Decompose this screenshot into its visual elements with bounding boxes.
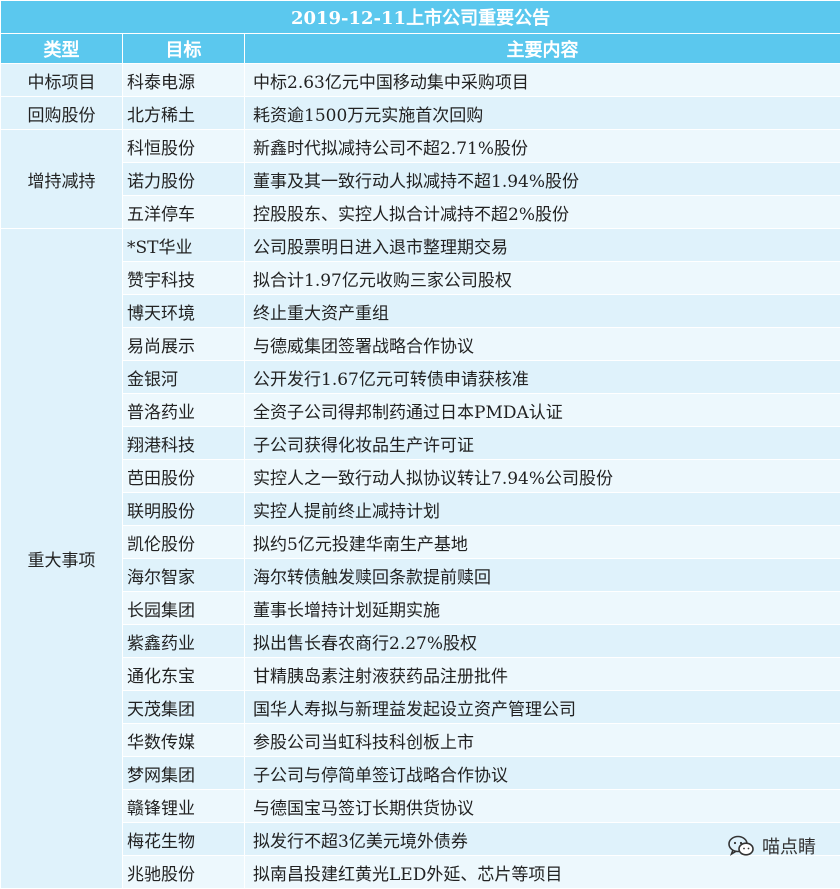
company-cell: 华数传媒 (123, 724, 245, 757)
table-row: 回购股份北方稀土耗资逾1500万元实施首次回购 (1, 97, 840, 130)
content-cell: 甘精胰岛素注射液获药品注册批件 (245, 658, 840, 691)
content-cell: 拟合计1.97亿元收购三家公司股权 (245, 262, 840, 295)
table-row: 梦网集团子公司与停简单签订战略合作协议 (1, 757, 840, 790)
company-cell: 凯伦股份 (123, 526, 245, 559)
table-row: 芭田股份实控人之一致行动人拟协议转让7.94%公司股份 (1, 460, 840, 493)
company-cell: 长园集团 (123, 592, 245, 625)
announcement-page: 2019-12-11上市公司重要公告 类型 目标 主要内容 中标项目科泰电源中标… (0, 0, 840, 885)
company-cell: 梅花生物 (123, 823, 245, 856)
content-cell: 实控人之一致行动人拟协议转让7.94%公司股份 (245, 460, 840, 493)
content-cell: 新鑫时代拟减持公司不超2.71%股份 (245, 130, 840, 163)
company-cell: 五洋停车 (123, 196, 245, 229)
content-cell: 耗资逾1500万元实施首次回购 (245, 97, 840, 130)
category-cell: 中标项目 (1, 64, 123, 97)
category-cell: 增持减持 (1, 130, 123, 229)
company-cell: 北方稀土 (123, 97, 245, 130)
table-row: 普洛药业全资子公司得邦制药通过日本PMDA认证 (1, 394, 840, 427)
company-cell: 兆驰股份 (123, 856, 245, 889)
table-row: 重大事项*ST华业公司股票明日进入退市整理期交易 (1, 229, 840, 262)
table-row: 诺力股份董事及其一致行动人拟减持不超1.94%股份 (1, 163, 840, 196)
company-cell: 天茂集团 (123, 691, 245, 724)
table-row: 五洋停车控股股东、实控人拟合计减持不超2%股份 (1, 196, 840, 229)
content-cell: 全资子公司得邦制药通过日本PMDA认证 (245, 394, 840, 427)
content-cell: 参股公司当虹科技科创板上市 (245, 724, 840, 757)
content-cell: 拟约5亿元投建华南生产基地 (245, 526, 840, 559)
company-cell: 通化东宝 (123, 658, 245, 691)
table-row: 博天环境终止重大资产重组 (1, 295, 840, 328)
table-row: 中标项目科泰电源中标2.63亿元中国移动集中采购项目 (1, 64, 840, 97)
company-cell: 普洛药业 (123, 394, 245, 427)
content-cell: 公开发行1.67亿元可转债申请获核准 (245, 361, 840, 394)
table-row: 赞宇科技拟合计1.97亿元收购三家公司股权 (1, 262, 840, 295)
table-row: 通化东宝甘精胰岛素注射液获药品注册批件 (1, 658, 840, 691)
company-cell: 赣锋锂业 (123, 790, 245, 823)
content-cell: 子公司与停简单签订战略合作协议 (245, 757, 840, 790)
company-cell: 诺力股份 (123, 163, 245, 196)
category-cell: 回购股份 (1, 97, 123, 130)
content-cell: 中标2.63亿元中国移动集中采购项目 (245, 64, 840, 97)
content-cell: 董事长增持计划延期实施 (245, 592, 840, 625)
header-target: 目标 (123, 34, 245, 64)
table-row: 长园集团董事长增持计划延期实施 (1, 592, 840, 625)
announcement-table: 2019-12-11上市公司重要公告 类型 目标 主要内容 中标项目科泰电源中标… (0, 0, 840, 889)
header-type: 类型 (1, 34, 123, 64)
content-cell: 与德国宝马签订长期供货协议 (245, 790, 840, 823)
company-cell: 易尚展示 (123, 328, 245, 361)
table-row: 增持减持科恒股份新鑫时代拟减持公司不超2.71%股份 (1, 130, 840, 163)
company-cell: 翔港科技 (123, 427, 245, 460)
content-cell: 实控人提前终止减持计划 (245, 493, 840, 526)
category-cell: 重大事项 (1, 229, 123, 889)
company-cell: 芭田股份 (123, 460, 245, 493)
table-row: 翔港科技子公司获得化妆品生产许可证 (1, 427, 840, 460)
table-row: 凯伦股份拟约5亿元投建华南生产基地 (1, 526, 840, 559)
table-row: 兆驰股份拟南昌投建红黄光LED外延、芯片等项目 (1, 856, 840, 889)
company-cell: 科泰电源 (123, 64, 245, 97)
company-cell: 科恒股份 (123, 130, 245, 163)
table-row: 赣锋锂业与德国宝马签订长期供货协议 (1, 790, 840, 823)
table-row: 金银河公开发行1.67亿元可转债申请获核准 (1, 361, 840, 394)
watermark: 喵点睛 (728, 833, 816, 859)
company-cell: 紫鑫药业 (123, 625, 245, 658)
content-cell: 董事及其一致行动人拟减持不超1.94%股份 (245, 163, 840, 196)
company-cell: 海尔智家 (123, 559, 245, 592)
content-cell: 控股股东、实控人拟合计减持不超2%股份 (245, 196, 840, 229)
table-row: 联明股份实控人提前终止减持计划 (1, 493, 840, 526)
header-row: 类型 目标 主要内容 (1, 34, 840, 64)
table-row: 华数传媒参股公司当虹科技科创板上市 (1, 724, 840, 757)
title-row: 2019-12-11上市公司重要公告 (1, 1, 840, 34)
company-cell: 金银河 (123, 361, 245, 394)
company-cell: 博天环境 (123, 295, 245, 328)
watermark-text: 喵点睛 (762, 833, 816, 859)
content-cell: 海尔转债触发赎回条款提前赎回 (245, 559, 840, 592)
content-cell: 与德威集团签署战略合作协议 (245, 328, 840, 361)
company-cell: 梦网集团 (123, 757, 245, 790)
table-row: 海尔智家海尔转债触发赎回条款提前赎回 (1, 559, 840, 592)
table-row: 紫鑫药业拟出售长春农商行2.27%股权 (1, 625, 840, 658)
content-cell: 终止重大资产重组 (245, 295, 840, 328)
table-row: 易尚展示与德威集团签署战略合作协议 (1, 328, 840, 361)
header-content: 主要内容 (245, 34, 840, 64)
content-cell: 国华人寿拟与新理益发起设立资产管理公司 (245, 691, 840, 724)
company-cell: 联明股份 (123, 493, 245, 526)
wechat-icon (728, 835, 754, 857)
content-cell: 公司股票明日进入退市整理期交易 (245, 229, 840, 262)
company-cell: *ST华业 (123, 229, 245, 262)
content-cell: 子公司获得化妆品生产许可证 (245, 427, 840, 460)
company-cell: 赞宇科技 (123, 262, 245, 295)
content-cell: 拟出售长春农商行2.27%股权 (245, 625, 840, 658)
table-title: 2019-12-11上市公司重要公告 (1, 1, 840, 34)
table-row: 天茂集团国华人寿拟与新理益发起设立资产管理公司 (1, 691, 840, 724)
table-row: 梅花生物拟发行不超3亿美元境外债券 (1, 823, 840, 856)
content-cell: 拟南昌投建红黄光LED外延、芯片等项目 (245, 856, 840, 889)
